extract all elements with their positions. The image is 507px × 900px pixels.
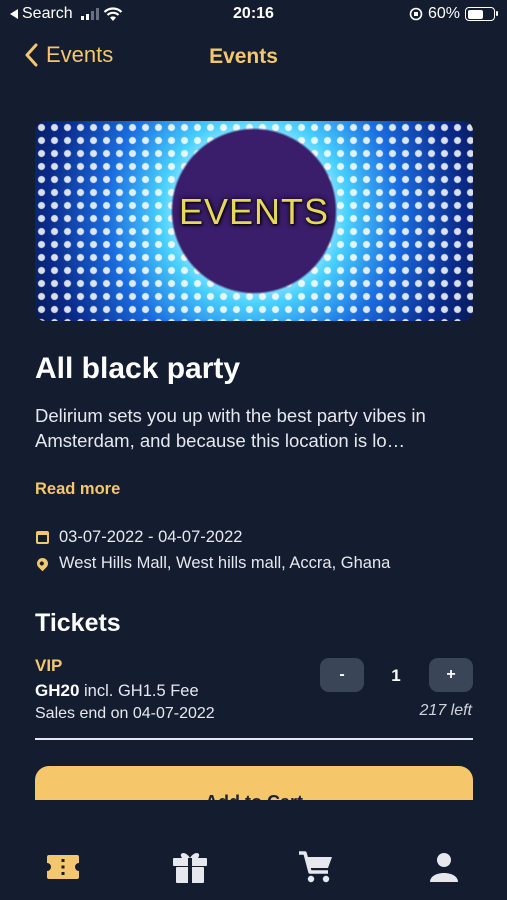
ticket-price-row: GH20 incl. GH1.5 Fee (35, 681, 199, 701)
page-title: Events (209, 45, 278, 68)
event-location-row: West Hills Mall, West hills mall, Accra,… (34, 554, 391, 573)
read-more-link[interactable]: Read more (35, 480, 120, 499)
ticket-sales-end: Sales end on 04-07-2022 (35, 705, 215, 722)
calendar-icon (36, 531, 49, 544)
tab-gifts[interactable] (170, 850, 210, 884)
event-title: All black party (35, 352, 241, 385)
tab-profile[interactable] (424, 850, 464, 884)
event-description: Delirium sets you up with the best party… (35, 405, 426, 451)
tab-cart[interactable] (296, 850, 336, 884)
ticket-tier-name: VIP (35, 656, 63, 675)
gift-icon (173, 853, 207, 883)
ticket-icon (47, 855, 79, 879)
cart-icon (299, 851, 332, 883)
location-pin-icon (34, 555, 51, 572)
orientation-lock-icon (409, 7, 423, 21)
event-location: West Hills Mall, West hills mall, Accra,… (59, 554, 391, 572)
ticket-price: GH20 (35, 681, 80, 700)
divider (35, 738, 473, 740)
tab-tickets[interactable] (43, 850, 83, 884)
battery-percent: 60% (427, 5, 460, 22)
tickets-heading: Tickets (35, 609, 121, 637)
tickets-remaining: 217 left (419, 702, 472, 719)
event-date: 03-07-2022 - 04-07-2022 (59, 528, 243, 546)
ticket-quantity: 1 (391, 666, 401, 685)
ticket-fee: incl. GH1.5 Fee (84, 682, 199, 700)
profile-icon (430, 853, 458, 882)
bottom-tab-bar (0, 800, 507, 900)
increase-quantity-button[interactable]: + (429, 658, 473, 692)
status-right: 60% (409, 5, 498, 23)
decrease-quantity-button[interactable]: - (320, 658, 364, 692)
event-date-row: 03-07-2022 - 04-07-2022 (36, 528, 242, 547)
battery-icon (465, 7, 498, 21)
nav-bar: Events Events (0, 36, 507, 80)
banner-text: EVENTS (178, 191, 330, 232)
event-banner-image: EVENTS (35, 121, 473, 321)
status-bar: Search 20:16 60% (0, 0, 507, 30)
